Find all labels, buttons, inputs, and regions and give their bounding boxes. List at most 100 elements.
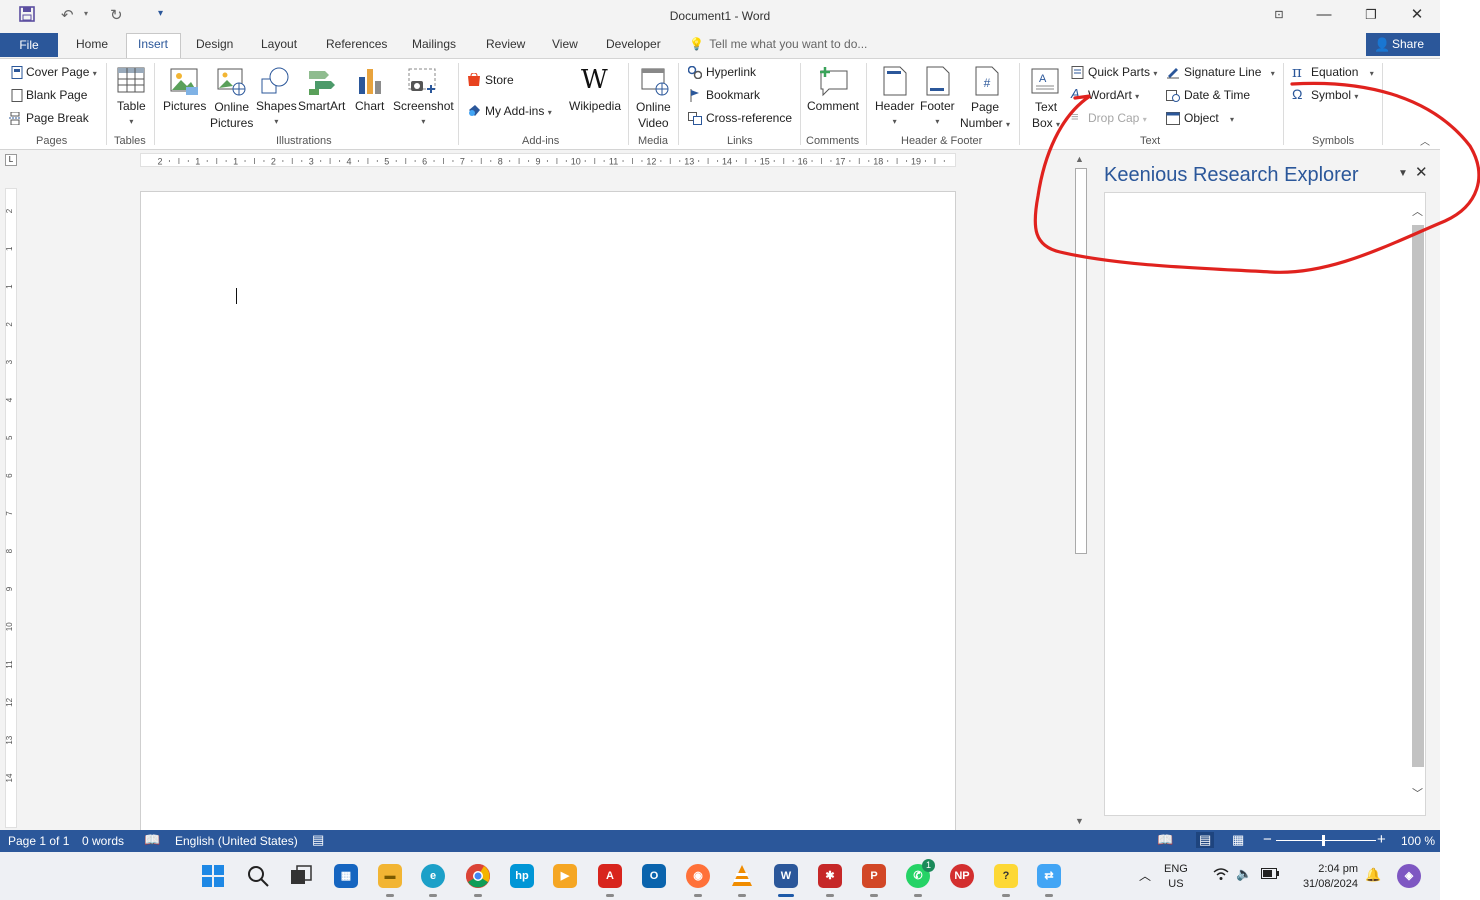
zoom-slider-thumb[interactable]	[1322, 835, 1325, 846]
edge-icon[interactable]: e	[421, 864, 445, 888]
page-count[interactable]: Page 1 of 1	[8, 834, 69, 848]
document-page[interactable]	[140, 191, 956, 851]
date-time-button[interactable]: Date & Time	[1184, 88, 1250, 102]
tab-design[interactable]: Design	[196, 37, 233, 51]
shapes-button[interactable]: Shapes ▾	[256, 99, 297, 127]
text-box-button[interactable]: Text Box ▾	[1032, 99, 1060, 133]
tell-me-search[interactable]: 💡 Tell me what you want to do...	[689, 37, 867, 51]
web-layout-icon[interactable]: ▦	[1232, 832, 1244, 848]
microsoft-store-icon[interactable]: ▦	[334, 864, 358, 888]
firefox-icon[interactable]: ◉	[686, 864, 710, 888]
cross-reference-button[interactable]: Cross-reference	[706, 111, 792, 125]
macro-recording-icon[interactable]: ▤	[312, 832, 324, 848]
tab-home[interactable]: Home	[76, 37, 108, 51]
remote-desktop-icon[interactable]: ⇄	[1037, 864, 1061, 888]
ribbon-display-options-icon[interactable]: ⊡	[1264, 4, 1294, 26]
task-view-icon[interactable]	[289, 864, 313, 888]
wifi-icon[interactable]	[1213, 867, 1229, 884]
acrobat-icon[interactable]: A	[598, 864, 622, 888]
online-pictures-button[interactable]: Online Pictures	[210, 99, 253, 131]
zoom-slider-track[interactable]	[1276, 840, 1376, 841]
comment-button[interactable]: Comment	[807, 99, 859, 113]
app-icon[interactable]: ✱	[818, 864, 842, 888]
file-explorer-icon[interactable]: ▬	[378, 864, 402, 888]
tab-file[interactable]: File	[0, 33, 58, 57]
show-hidden-icons-icon[interactable]: ︿	[1139, 867, 1151, 884]
quick-parts-button[interactable]: Quick Parts ▾	[1088, 65, 1157, 79]
document-scrollbar[interactable]: ▲ ▼	[1072, 150, 1090, 830]
restore-button[interactable]: ❐	[1356, 4, 1386, 26]
task-pane-scroll-thumb[interactable]	[1412, 225, 1424, 767]
tab-insert[interactable]: Insert	[138, 37, 168, 51]
scroll-down-icon[interactable]: ▼	[1075, 816, 1084, 826]
nitro-icon[interactable]: NP	[950, 864, 974, 888]
my-addins-button[interactable]: My Add-ins ▾	[485, 104, 552, 118]
tab-selector[interactable]: L	[5, 154, 17, 166]
online-video-button[interactable]: Online Video	[636, 99, 671, 131]
signature-line-button[interactable]: Signature Line ▾	[1184, 65, 1275, 79]
page-break-button[interactable]: Page Break	[26, 111, 89, 125]
media-player-icon[interactable]: ▶	[553, 864, 577, 888]
outlook-icon[interactable]: O	[642, 864, 666, 888]
notification-bell-icon[interactable]: 🔔	[1365, 867, 1381, 883]
word-icon[interactable]: W	[774, 864, 798, 888]
wordart-button[interactable]: WordArt ▾	[1088, 88, 1139, 102]
minimize-button[interactable]: —	[1309, 4, 1339, 26]
proofing-icon[interactable]: 📖	[144, 832, 160, 848]
share-button[interactable]: 👤 Share	[1366, 33, 1440, 56]
chevron-up-icon[interactable]: ︿	[1412, 203, 1423, 219]
cover-page-button[interactable]: Cover Page ▾	[26, 65, 97, 79]
screenshot-button[interactable]: Screenshot ▾	[393, 99, 454, 127]
collapse-ribbon-icon[interactable]: ︿	[1420, 133, 1430, 148]
scroll-up-icon[interactable]: ▲	[1075, 154, 1084, 164]
zoom-level[interactable]: 100 %	[1401, 834, 1435, 848]
drop-cap-button[interactable]: Drop Cap ▾	[1088, 111, 1147, 125]
windows-start-icon[interactable]	[201, 864, 225, 888]
task-pane-close-icon[interactable]: ✕	[1415, 163, 1428, 181]
smartart-button[interactable]: SmartArt	[298, 99, 345, 113]
footer-button[interactable]: Footer ▾	[920, 99, 955, 127]
horizontal-ruler[interactable]: 2 1 1 2 3 4 5 6 7 8 9 10 11 12 13 14 15 16 17 18 19	[140, 153, 956, 167]
symbol-button[interactable]: Symbol ▾	[1311, 88, 1358, 102]
word-count[interactable]: 0 words	[82, 834, 124, 848]
copilot-icon[interactable]: ◈	[1397, 864, 1421, 888]
hyperlink-button[interactable]: Hyperlink	[706, 65, 756, 79]
object-button[interactable]: Object ▾	[1184, 111, 1234, 125]
chrome-icon[interactable]	[466, 864, 490, 888]
hp-smart-icon[interactable]: hp	[510, 864, 534, 888]
vertical-ruler[interactable]: 211234567891011121314	[5, 188, 17, 828]
powerpoint-icon[interactable]: P	[862, 864, 886, 888]
language-indicator[interactable]: ENG US	[1164, 862, 1188, 892]
print-layout-icon[interactable]: ▤	[1196, 832, 1215, 848]
tab-review[interactable]: Review	[486, 37, 525, 51]
pictures-button[interactable]: Pictures	[163, 99, 206, 113]
tab-layout[interactable]: Layout	[261, 37, 297, 51]
tab-view[interactable]: View	[552, 37, 578, 51]
vlc-icon[interactable]	[730, 864, 754, 888]
store-button[interactable]: Store	[485, 73, 514, 87]
zoom-in-icon[interactable]: +	[1377, 831, 1386, 848]
tab-mailings[interactable]: Mailings	[412, 37, 456, 51]
battery-icon[interactable]	[1261, 868, 1279, 882]
task-pane-scrollbar[interactable]: ︿ ﹀	[1409, 193, 1425, 815]
tips-icon[interactable]: ?	[994, 864, 1018, 888]
document-scroll-thumb[interactable]	[1075, 168, 1087, 554]
close-button[interactable]: ✕	[1402, 4, 1432, 26]
equation-button[interactable]: Equation ▾	[1311, 65, 1374, 79]
bookmark-button[interactable]: Bookmark	[706, 88, 760, 102]
taskbar-clock[interactable]: 2:04 pm 31/08/2024	[1288, 862, 1358, 892]
tab-developer[interactable]: Developer	[606, 37, 661, 51]
blank-page-button[interactable]: Blank Page	[26, 88, 87, 102]
task-pane-options-icon[interactable]: ▼	[1398, 168, 1408, 179]
zoom-out-icon[interactable]: −	[1263, 831, 1272, 848]
chevron-down-icon[interactable]: ﹀	[1412, 785, 1423, 801]
wikipedia-button[interactable]: Wikipedia	[569, 99, 621, 113]
chart-button[interactable]: Chart	[355, 99, 384, 113]
header-button[interactable]: Header ▾	[875, 99, 914, 127]
volume-icon[interactable]: 🔈	[1236, 866, 1252, 882]
search-icon[interactable]	[246, 864, 270, 888]
tab-references[interactable]: References	[326, 37, 387, 51]
page-number-button[interactable]: Page Number ▾	[960, 99, 1010, 133]
task-pane-content[interactable]: ︿ ﹀	[1104, 192, 1426, 816]
language-indicator[interactable]: English (United States)	[175, 834, 298, 848]
